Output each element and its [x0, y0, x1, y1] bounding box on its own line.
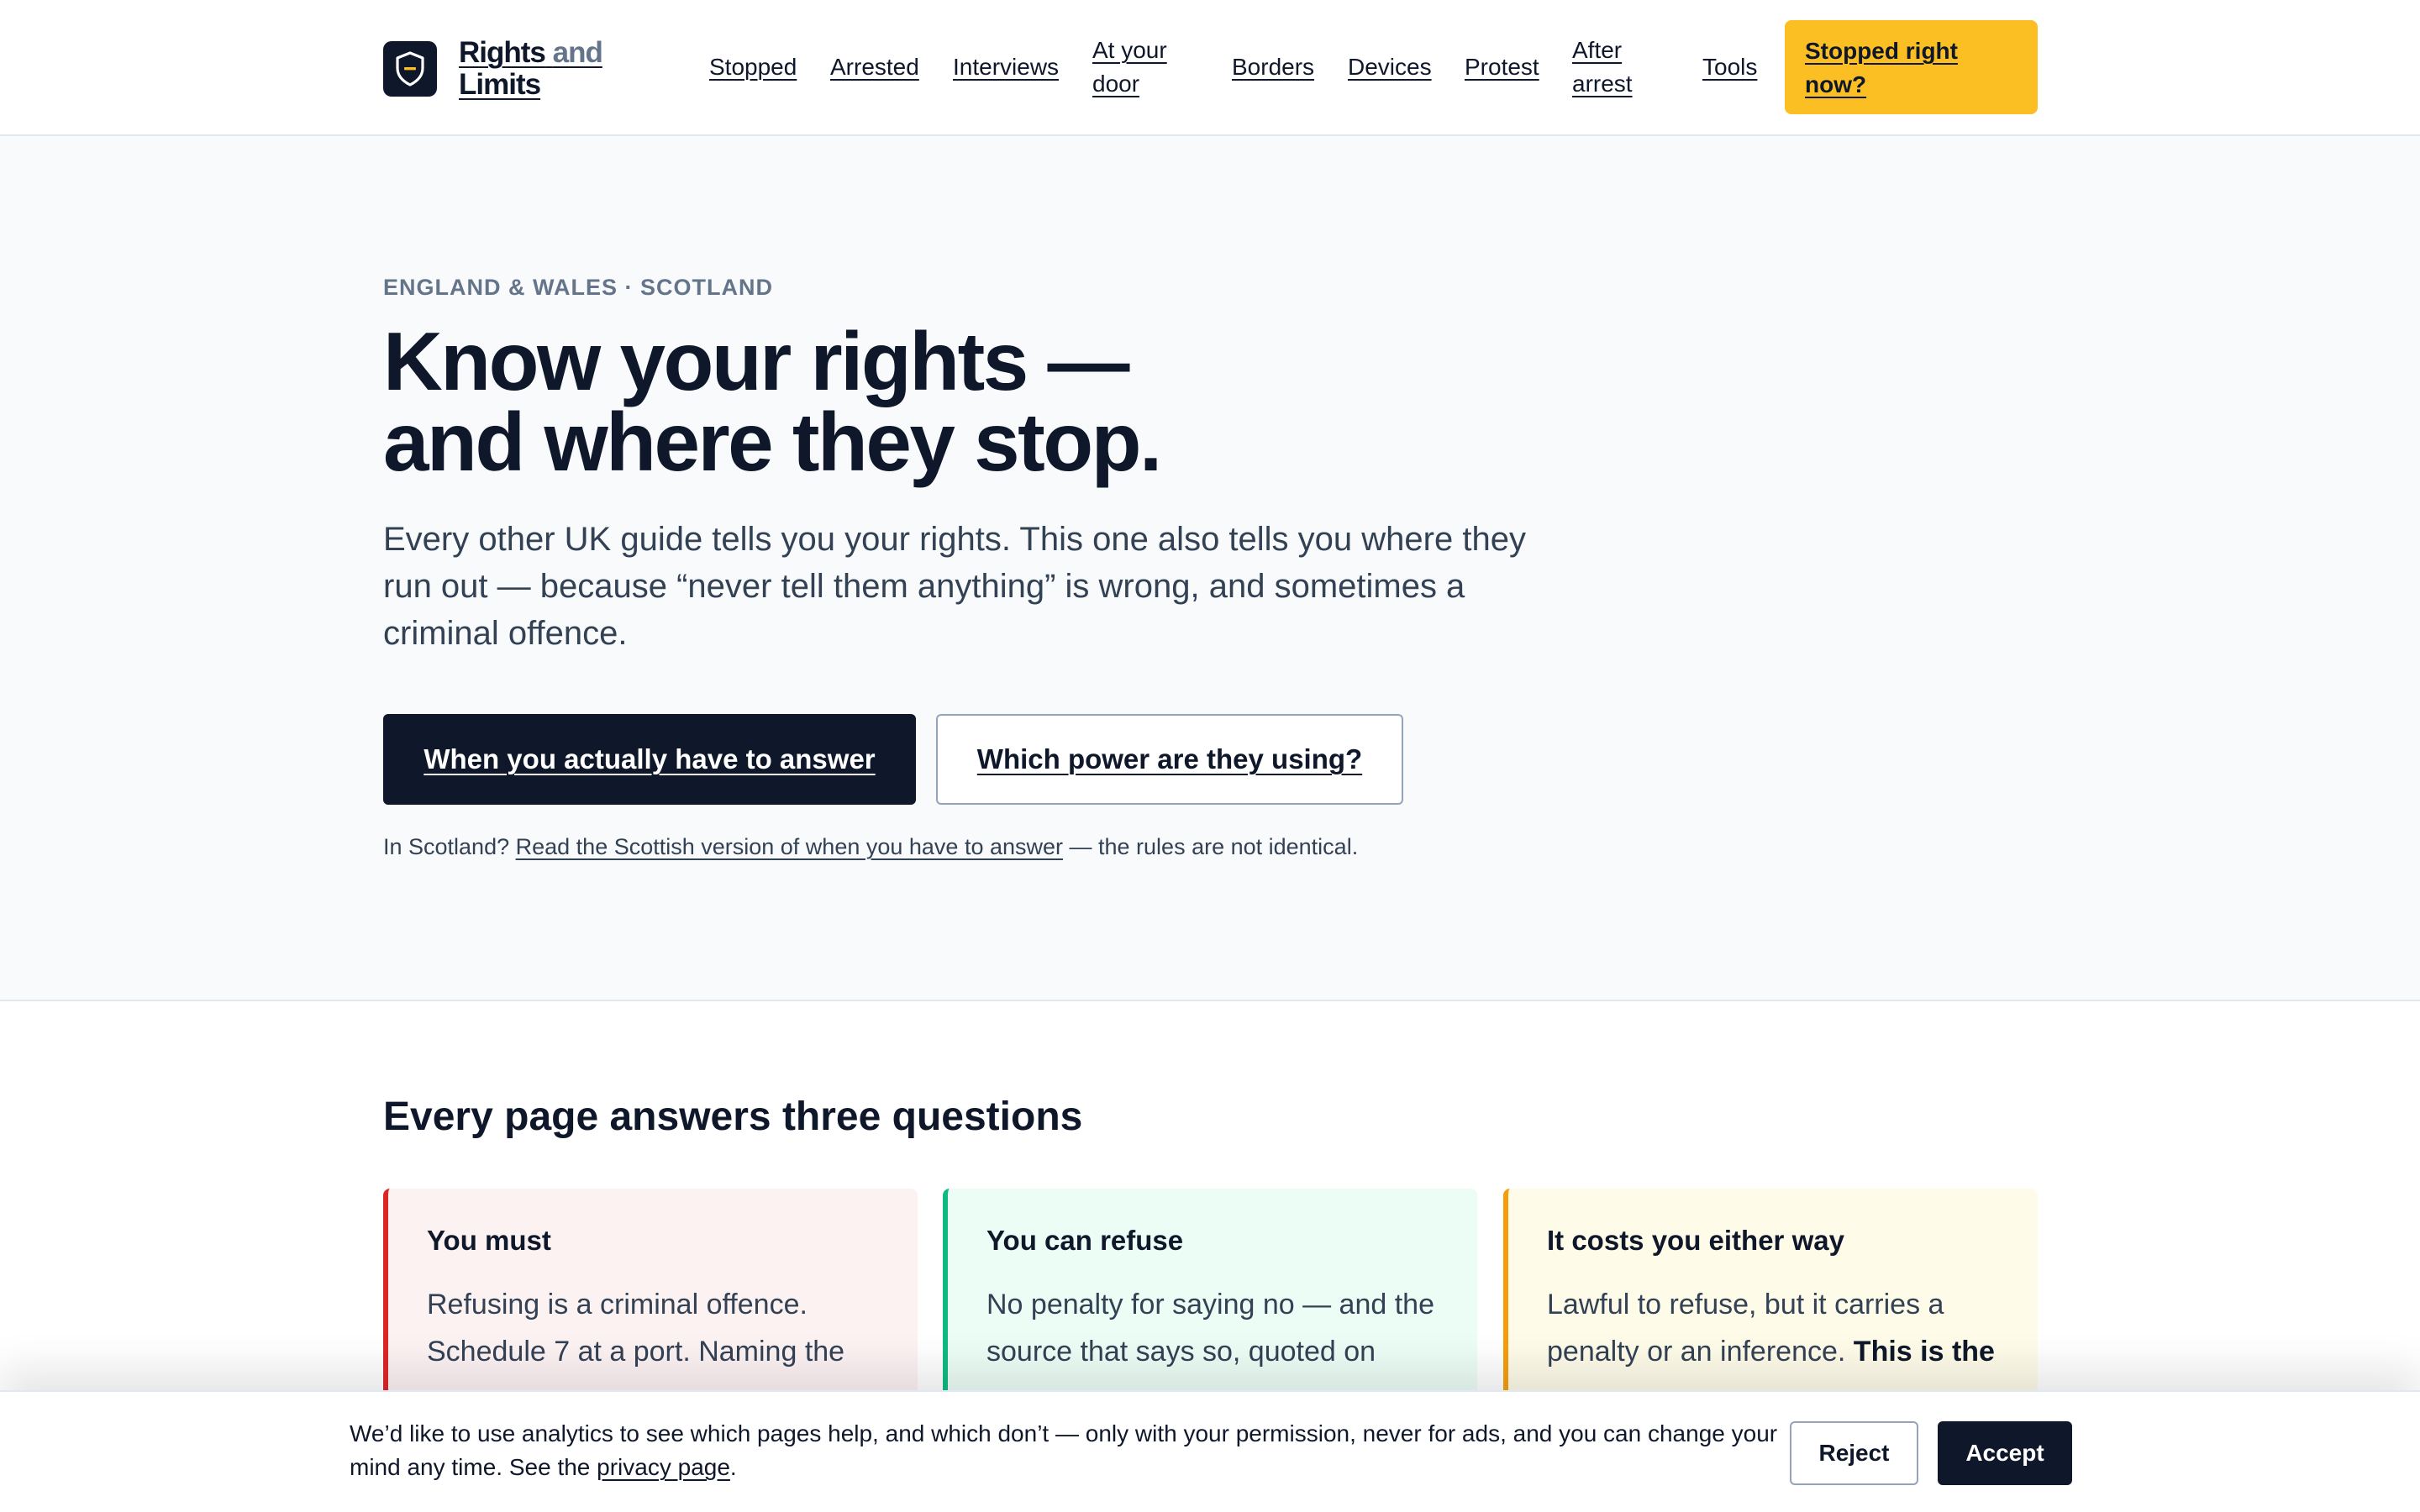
card-you-must-title: You must	[427, 1225, 551, 1256]
nav-link-at-your-door[interactable]: At your door	[1092, 34, 1167, 101]
nav-link-tools[interactable]: Tools	[1702, 50, 1757, 84]
hero-title-line2: and where they stop.	[383, 396, 1162, 488]
brand-name-part-b: and	[552, 36, 603, 69]
card-costs-either-way-title: It costs you either way	[1547, 1225, 1844, 1256]
when-you-have-to-answer-button[interactable]: When you actually have to answer	[383, 714, 916, 805]
card-you-must-body: Refusing is a criminal offence. Schedule…	[427, 1289, 845, 1368]
brand-name-part-c: Limits	[459, 68, 541, 101]
cookie-message: We’d like to use analytics to see which …	[350, 1417, 1778, 1484]
nav-link-stopped[interactable]: Stopped	[709, 50, 797, 84]
stopped-right-now-line1: Stopped right	[1805, 38, 1958, 64]
cookie-message-text: We’d like to use analytics to see which …	[350, 1420, 1778, 1480]
nav-link-arrested[interactable]: Arrested	[830, 50, 919, 84]
nav-link-after-arrest[interactable]: After arrest	[1572, 34, 1633, 101]
scotland-note-suffix: — the rules are not identical.	[1069, 834, 1359, 859]
nav-link-at-your-door-line1: At your	[1092, 37, 1167, 63]
nav-link-protest[interactable]: Protest	[1465, 50, 1539, 84]
hero-section: ENGLAND & WALES · SCOTLAND Know your rig…	[0, 136, 2420, 1001]
stopped-right-now-line2: now?	[1805, 71, 1867, 97]
hero-kicker: ENGLAND & WALES · SCOTLAND	[383, 275, 773, 300]
nav-link-after-arrest-line2: arrest	[1572, 71, 1633, 97]
brand-name: Rights and Limits	[459, 36, 603, 101]
shield-icon	[383, 41, 437, 97]
cookie-banner: We’d like to use analytics to see which …	[0, 1390, 2420, 1512]
nav-link-devices[interactable]: Devices	[1348, 50, 1432, 84]
nav-link-after-arrest-line1: After	[1572, 37, 1623, 63]
privacy-page-link[interactable]: privacy page	[597, 1454, 730, 1480]
nav-link-interviews[interactable]: Interviews	[953, 50, 1059, 84]
scotland-note: In Scotland? Read the Scottish version o…	[383, 830, 1358, 864]
which-power-button[interactable]: Which power are they using?	[936, 714, 1403, 805]
questions-title: Every page answers three questions	[383, 1095, 1083, 1139]
site-header: Rights and Limits Stopped Arrested Inter…	[0, 0, 2420, 136]
hero-title: Know your rights — and where they stop.	[383, 315, 1162, 488]
scottish-version-link[interactable]: Read the Scottish version of when you ha…	[516, 834, 1063, 859]
hero-lead: Every other UK guide tells you your righ…	[383, 521, 1526, 652]
card-you-can-refuse-title: You can refuse	[986, 1225, 1184, 1256]
scotland-note-prefix: In Scotland?	[383, 834, 510, 859]
reject-cookies-button[interactable]: Reject	[1790, 1421, 1918, 1485]
cookie-message-end: .	[729, 1454, 737, 1480]
nav-link-at-your-door-line2: door	[1092, 71, 1140, 97]
brand-name-part-a: Rights	[459, 36, 546, 69]
card-you-can-refuse-body: No penalty for saying no — and the sourc…	[986, 1289, 1434, 1368]
accept-cookies-button[interactable]: Accept	[1938, 1421, 2072, 1485]
card-costs-either-way-body: Lawful to refuse, but it carries a penal…	[1547, 1281, 2001, 1375]
hero-title-line1: Know your rights —	[383, 315, 1129, 407]
brand-home-link[interactable]: Rights and Limits	[383, 36, 603, 101]
nav-link-borders[interactable]: Borders	[1232, 50, 1314, 84]
card-costs-either-way-strong: This is the	[1853, 1336, 1995, 1368]
stopped-right-now-button[interactable]: Stopped right now?	[1785, 20, 2038, 114]
